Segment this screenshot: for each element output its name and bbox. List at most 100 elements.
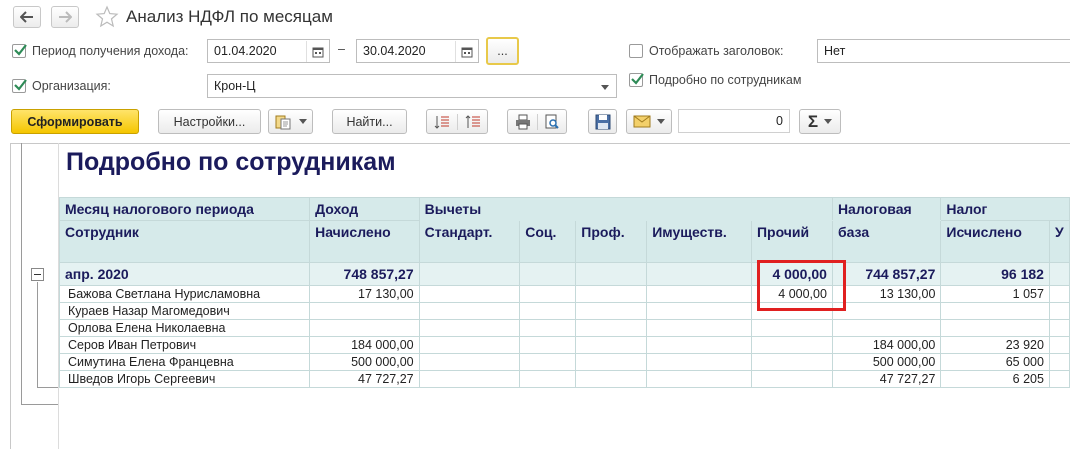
organization-label: Организация: <box>32 79 111 93</box>
cell <box>1048 285 1070 303</box>
header-employee: Сотрудник <box>58 220 311 263</box>
employee-base <box>831 302 942 320</box>
chevron-down-icon <box>824 119 833 124</box>
print-preview-icon[interactable] <box>537 113 566 130</box>
date-range-dash: – <box>338 42 345 56</box>
collapse-group-icon[interactable] <box>31 268 44 281</box>
table-row: Симутина Елена Францевна 500 000,00 500 … <box>58 353 1070 371</box>
sum-field[interactable]: 0 <box>678 109 790 133</box>
employee-income: 47 727,27 <box>309 370 420 388</box>
cell <box>575 262 648 286</box>
floppy-disk-icon <box>595 114 610 129</box>
employee-name: Орлова Елена Николаевна <box>58 319 311 337</box>
expand-groups-icon[interactable] <box>457 113 487 130</box>
variants-menu-button[interactable] <box>268 109 313 134</box>
cell <box>519 353 577 371</box>
favorite-star-icon[interactable] <box>95 5 119 29</box>
window-title: Анализ НДФЛ по месяцам <box>126 7 333 26</box>
table-row: Орлова Елена Николаевна <box>58 319 1070 337</box>
table-row: Кураев Назар Магомедович <box>58 302 1070 320</box>
envelope-icon <box>633 115 651 128</box>
header-social: Соц. <box>519 220 577 263</box>
select-period-button[interactable]: ... <box>486 37 519 65</box>
employee-name: Серов Иван Петрович <box>58 336 311 354</box>
header-other: Прочий <box>750 220 833 263</box>
detail-by-employee-label: Подробно по сотрудникам <box>649 73 802 87</box>
cell <box>519 262 577 286</box>
outline-group-line <box>37 282 38 388</box>
chevron-down-icon <box>298 119 307 124</box>
show-header-value: Нет <box>824 44 846 58</box>
sum-value: 0 <box>776 114 783 128</box>
outline-level-line <box>21 143 22 405</box>
settings-label: Настройки... <box>173 114 246 129</box>
show-header-checkbox[interactable] <box>629 44 643 58</box>
cell <box>1048 370 1070 388</box>
cell <box>575 302 648 320</box>
show-header-field[interactable]: Нет <box>817 39 1070 63</box>
header-standard: Стандарт. <box>418 220 521 263</box>
header-professional: Проф. <box>575 220 648 263</box>
table-row: Бажова Светлана Нурисламовна 17 130,00 4… <box>58 285 1070 303</box>
cell <box>1048 353 1070 371</box>
print-icon[interactable] <box>508 114 537 130</box>
chevron-down-icon[interactable] <box>595 76 615 97</box>
employee-tax: 1 057 <box>940 285 1050 303</box>
header-withheld: У <box>1048 220 1070 263</box>
settings-button[interactable]: Настройки... <box>158 109 261 134</box>
cell <box>519 370 577 388</box>
back-button[interactable] <box>13 6 41 28</box>
cell <box>575 353 648 371</box>
employee-base: 47 727,27 <box>831 370 942 388</box>
group-income: 748 857,27 <box>309 262 420 286</box>
cell <box>646 302 752 320</box>
organization-checkbox[interactable] <box>12 79 27 93</box>
cell <box>646 319 752 337</box>
save-button[interactable] <box>588 109 617 134</box>
arrow-left-icon <box>20 11 33 23</box>
employee-tax: 23 920 <box>940 336 1050 354</box>
sigma-icon: Σ <box>807 111 819 131</box>
cell <box>575 336 648 354</box>
chevron-down-icon <box>657 119 665 124</box>
detail-by-employee-checkbox[interactable] <box>629 73 644 87</box>
report-title: Подробно по сотрудникам <box>66 148 396 176</box>
employee-other <box>750 319 833 337</box>
employee-income: 17 130,00 <box>309 285 420 303</box>
header-row-1: Месяц налогового периода Доход Вычеты На… <box>58 197 1070 221</box>
employee-base: 500 000,00 <box>831 353 942 371</box>
date-to-field[interactable]: 30.04.2020 <box>356 39 479 63</box>
header-row-2: Сотрудник Начислено Стандарт. Соц. Проф.… <box>58 220 1070 263</box>
employee-tax: 65 000 <box>940 353 1050 371</box>
generate-button[interactable]: Сформировать <box>11 109 139 134</box>
checkmark-icon <box>14 44 27 56</box>
organization-field[interactable]: Крон-Ц <box>207 74 617 98</box>
cell <box>1048 319 1070 337</box>
cell <box>1048 262 1070 286</box>
table-row: Шведов Игорь Сергеевич 47 727,27 47 727,… <box>58 370 1070 388</box>
group-tax: 96 182 <box>940 262 1050 286</box>
collapse-groups-icon[interactable] <box>427 114 457 130</box>
cell <box>418 336 521 354</box>
cell <box>519 336 577 354</box>
cell <box>519 302 577 320</box>
employee-income: 184 000,00 <box>309 336 420 354</box>
group-base: 744 857,27 <box>831 262 942 286</box>
date-from-field[interactable]: 01.04.2020 <box>207 39 330 63</box>
sum-menu-button[interactable]: Σ <box>799 109 841 134</box>
find-button[interactable]: Найти... <box>332 109 407 134</box>
employee-other <box>750 370 833 388</box>
send-email-button[interactable] <box>626 109 672 134</box>
header-deductions: Вычеты <box>418 197 833 221</box>
forward-button[interactable] <box>51 6 79 28</box>
calendar-icon[interactable] <box>455 41 477 62</box>
period-checkbox[interactable] <box>12 44 27 58</box>
date-from-value: 01.04.2020 <box>214 44 277 58</box>
cell <box>519 319 577 337</box>
report-table: Месяц налогового периода Доход Вычеты На… <box>58 197 1070 388</box>
calendar-icon[interactable] <box>306 41 328 62</box>
arrow-right-icon <box>59 11 72 23</box>
group-month: апр. 2020 <box>58 262 311 286</box>
cell <box>646 370 752 388</box>
employee-other <box>750 353 833 371</box>
